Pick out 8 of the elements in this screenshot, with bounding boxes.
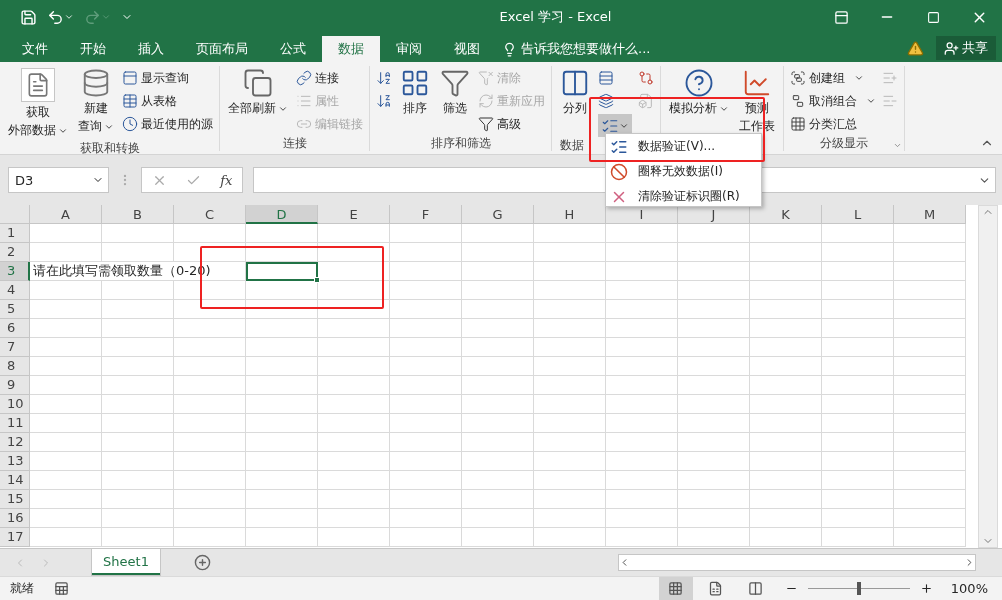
zoom-level: 100% xyxy=(950,581,988,596)
status-text: 就绪 xyxy=(10,580,34,597)
group-label: 排序和筛选 xyxy=(430,135,491,151)
group-label: 获取和转换 xyxy=(79,140,140,156)
group-label: 分级显示 xyxy=(820,135,868,151)
group-label: 数据 xyxy=(560,137,584,153)
window-title: Excel 学习 - Excel xyxy=(498,8,613,26)
group-label: 连接 xyxy=(282,135,307,151)
